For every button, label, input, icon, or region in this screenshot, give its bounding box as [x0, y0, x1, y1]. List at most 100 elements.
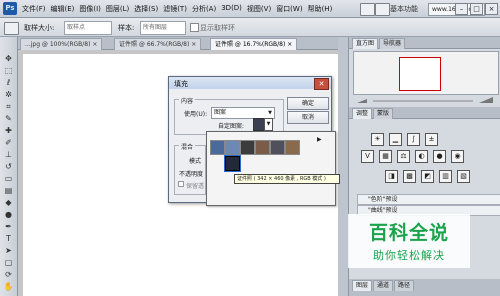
navigator-zoom-slider[interactable] [353, 97, 497, 105]
minimize-icon[interactable]: – [455, 3, 468, 15]
menu-image[interactable]: 图像(I) [79, 4, 101, 14]
menu-file[interactable]: 文件(F) [22, 4, 46, 14]
dodge-tool-icon[interactable]: ● [3, 210, 14, 219]
3d-rotate-icon[interactable]: ⟳ [3, 270, 14, 279]
navigator-panel-tabs: 直方图 导航器 [349, 37, 500, 49]
arrange-documents-icon[interactable] [375, 3, 390, 16]
black-white-icon[interactable]: ◐ [415, 150, 428, 163]
tab-paths[interactable]: 路径 [394, 280, 415, 291]
window-controls: – □ × [455, 3, 498, 15]
watermark-subtitle: 助你轻松解决 [373, 249, 445, 262]
tab-layers[interactable]: 图层 [352, 280, 373, 291]
layers-panel-tabs: 图层 通道 路径 [349, 279, 500, 296]
pattern-swatch-2[interactable] [225, 140, 240, 155]
dialog-close-icon[interactable]: ✕ [314, 78, 329, 90]
healing-brush-icon[interactable]: ✚ [3, 126, 14, 135]
magic-wand-icon[interactable]: ✲ [3, 90, 14, 99]
sample-size-select[interactable]: 取样点 [64, 21, 112, 35]
menu-layer[interactable]: 图层(L) [106, 4, 129, 14]
brush-tool-icon[interactable]: ✐ [3, 138, 14, 147]
menu-view[interactable]: 视图(V) [247, 4, 271, 14]
curves-icon[interactable]: ∫ [407, 133, 420, 146]
pattern-swatch-1[interactable] [210, 140, 225, 155]
marquee-tool-icon[interactable]: ⬚ [3, 66, 14, 75]
launch-bridge-icon[interactable] [360, 3, 375, 16]
type-tool-icon[interactable]: T [3, 234, 14, 243]
adjustments-panel-tabs: 调整 蒙版 [349, 107, 500, 119]
ok-button[interactable]: 确定 [287, 97, 329, 110]
eyedropper-tool-icon[interactable]: ✎ [3, 114, 14, 123]
hand-tool-icon[interactable]: ✋ [3, 282, 14, 291]
close-icon[interactable]: × [485, 3, 498, 15]
channel-mixer-icon[interactable]: ◉ [451, 150, 464, 163]
menu-list: 文件(F) 编辑(E) 图像(I) 图层(L) 选择(S) 滤镜(T) 分析(A… [22, 4, 332, 14]
pattern-swatch-selected[interactable] [224, 155, 241, 172]
maximize-icon[interactable]: □ [470, 3, 483, 15]
crop-tool-icon[interactable]: ⌗ [3, 102, 14, 111]
photo-filter-icon[interactable]: ● [433, 150, 446, 163]
photoshop-logo: Ps [3, 2, 17, 15]
menu-edit[interactable]: 编辑(E) [51, 4, 75, 14]
document-tabs: ...jpg @ 100%(RGB/8) × 证件照 @ 66.7%(RGB/8… [18, 37, 338, 51]
threshold-icon[interactable]: ◩ [421, 170, 434, 183]
use-select-value: 图案 [214, 109, 227, 116]
menu-analysis[interactable]: 分析(A) [192, 4, 216, 14]
contents-group-label: 内容 [179, 96, 196, 105]
tab-navigator[interactable]: 导航器 [379, 38, 406, 49]
toolbox: ✥ ⬚ ℓ ✲ ⌗ ✎ ✚ ✐ ⊥ ↺ ▭ ▤ ◆ ● ✒ T ➤ ▢ ⟳ ✋ [0, 37, 18, 296]
tab-adjustments[interactable]: 调整 [352, 108, 373, 119]
blending-group-label: 混合 [179, 142, 196, 151]
hue-saturation-icon[interactable]: ▦ [379, 150, 392, 163]
preserve-transparency-checkbox[interactable] [178, 181, 184, 187]
sample-select[interactable]: 所有图层 [140, 21, 186, 35]
navigator-thumbnail[interactable] [399, 57, 441, 91]
lasso-tool-icon[interactable]: ℓ [3, 78, 14, 87]
vibrance-icon[interactable]: V [361, 150, 374, 163]
preserve-transparency-label: 保留透 [186, 183, 205, 190]
watermark-title: 百科全说 [368, 222, 449, 244]
pattern-swatch-4[interactable] [255, 140, 270, 155]
workspace-label[interactable]: 基本功能 [390, 4, 418, 14]
menu-select[interactable]: 选择(S) [134, 4, 158, 14]
adjustment-icons-row-2: V ▦ ⚖ ◐ ● ◉ [361, 150, 464, 163]
exposure-icon[interactable]: ± [425, 133, 438, 146]
levels-icon[interactable]: ▁ [389, 133, 402, 146]
pattern-tooltip: 证件照 ( 342 × 460 像素 , RGB 模式 ) [234, 174, 340, 184]
menu-filter[interactable]: 滤镜(T) [163, 4, 187, 14]
blur-tool-icon[interactable]: ◆ [3, 198, 14, 207]
pattern-swatch-5[interactable] [270, 140, 285, 155]
menu-window[interactable]: 窗口(W) [276, 4, 302, 14]
color-balance-icon[interactable]: ⚖ [397, 150, 410, 163]
cancel-button[interactable]: 取消 [287, 111, 329, 124]
navigator-preview [353, 51, 499, 95]
history-brush-icon[interactable]: ↺ [3, 162, 14, 171]
tab-masks[interactable]: 蒙版 [373, 108, 394, 119]
tab-channels[interactable]: 通道 [373, 280, 394, 291]
levels-preset-item[interactable]: "色阶"预设 [357, 194, 500, 205]
pattern-dropdown-icon[interactable]: ▼ [264, 118, 273, 131]
clone-stamp-icon[interactable]: ⊥ [3, 150, 14, 159]
gradient-map-icon[interactable]: ▥ [439, 170, 452, 183]
posterize-icon[interactable]: ▩ [403, 170, 416, 183]
shape-tool-icon[interactable]: ▢ [3, 258, 14, 267]
brightness-icon[interactable]: ☀ [371, 133, 384, 146]
move-tool-icon[interactable]: ✥ [3, 54, 14, 63]
dialog-titlebar[interactable]: 填充 ✕ [169, 77, 331, 90]
tab-histogram[interactable]: 直方图 [352, 38, 379, 49]
invert-icon[interactable]: ◨ [385, 170, 398, 183]
eraser-tool-icon[interactable]: ▭ [3, 174, 14, 183]
eyedropper-icon[interactable] [4, 22, 19, 35]
path-select-icon[interactable]: ➤ [3, 246, 14, 255]
pattern-swatch-6[interactable] [285, 140, 300, 155]
gradient-tool-icon[interactable]: ▤ [3, 186, 14, 195]
menu-help[interactable]: 帮助(H) [308, 4, 333, 14]
adjustment-icons-row-3: ◨ ▩ ◩ ▥ ▧ [385, 170, 470, 183]
show-ring-checkbox[interactable] [190, 23, 199, 32]
show-ring-label: 显示取样环 [200, 24, 235, 32]
pattern-swatch-3[interactable] [240, 140, 255, 155]
sample-label: 样本: [118, 24, 135, 32]
menu-3d[interactable]: 3D(D) [221, 4, 242, 14]
selective-color-icon[interactable]: ▧ [457, 170, 470, 183]
pen-tool-icon[interactable]: ✒ [3, 222, 14, 231]
picker-menu-icon[interactable]: ▶ [317, 136, 322, 143]
